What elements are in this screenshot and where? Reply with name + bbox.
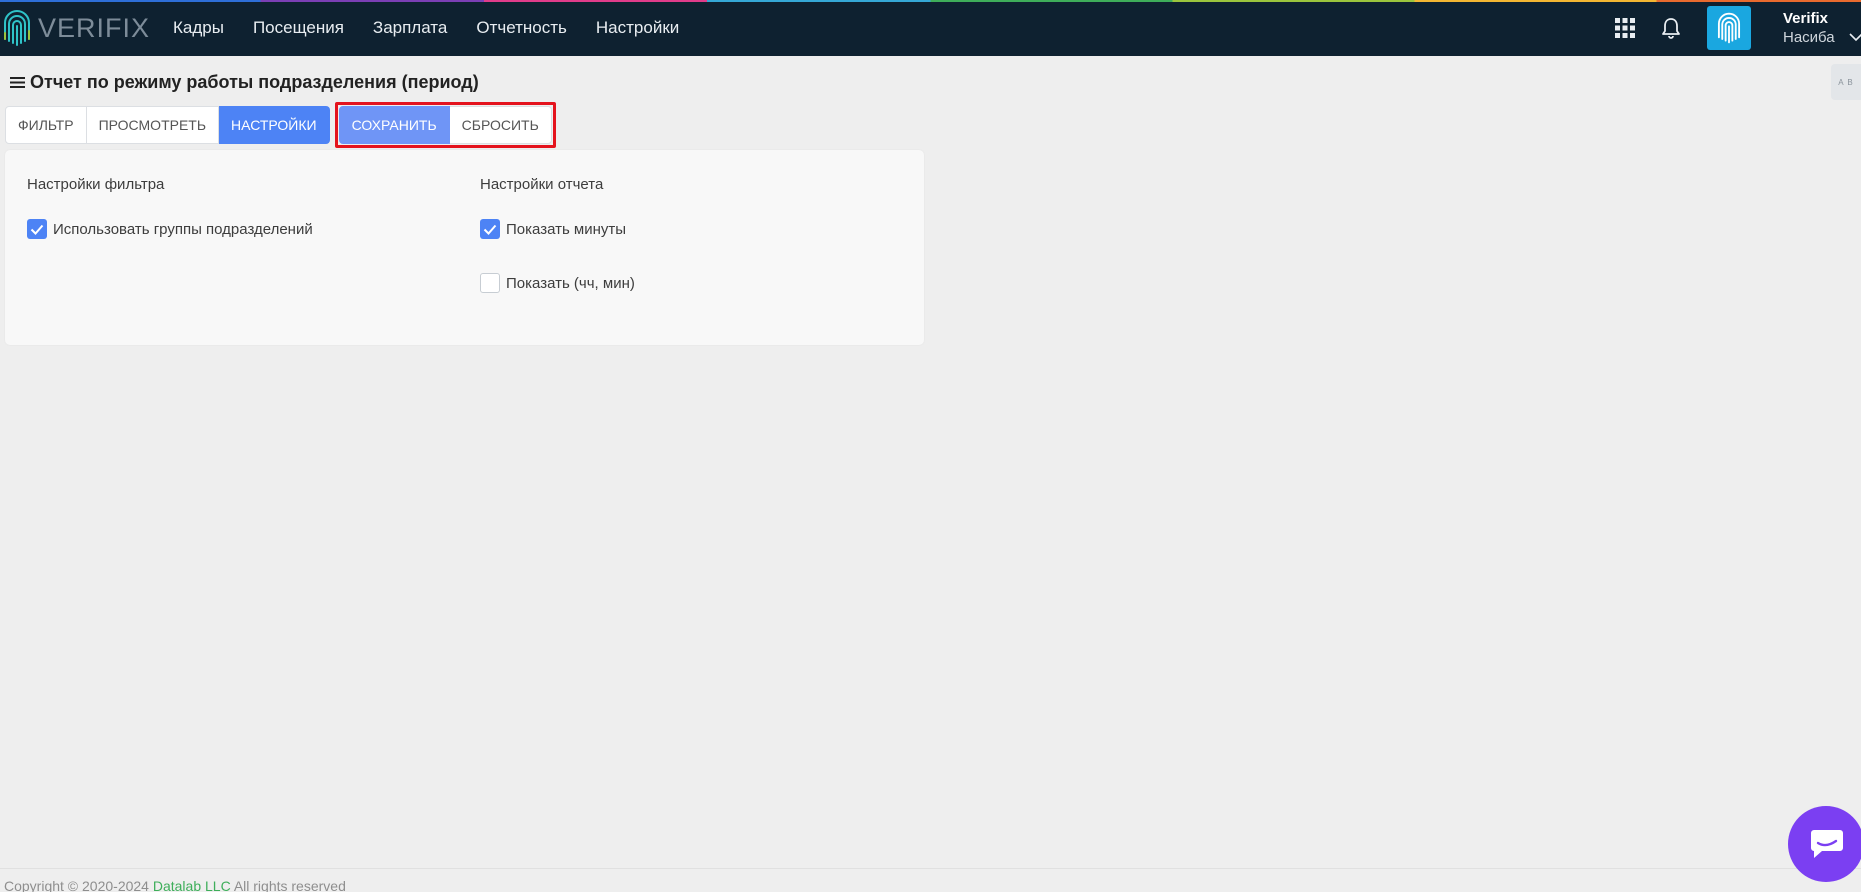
- grid-icon[interactable]: [1615, 18, 1635, 38]
- check-icon: [30, 224, 44, 235]
- save-button[interactable]: Сохранить: [338, 106, 450, 144]
- report-settings-section: Настройки отчета Показать минуты Показат…: [480, 176, 635, 326]
- show-hhmm-checkbox-row[interactable]: Показать (чч, мин): [480, 272, 635, 294]
- report-toolbar: Фильтр Просмотреть Настройки Сохранить С…: [5, 102, 556, 148]
- chat-icon: [1811, 830, 1843, 858]
- fingerprint-icon: [4, 10, 30, 46]
- top-navbar: VERIFIX Кадры Посещения Зарплата Отчетно…: [0, 0, 1861, 56]
- nav-item-settings[interactable]: Настройки: [596, 18, 679, 38]
- footer-rights: All rights reserved: [233, 878, 346, 892]
- show-hhmm-label: Показать (чч, мин): [506, 274, 635, 292]
- settings-card: Настройки фильтра Использовать группы по…: [5, 150, 924, 345]
- reset-button[interactable]: Сбросить: [449, 106, 552, 144]
- footer-copyright: Copyright © 2020-2024: [4, 878, 149, 892]
- footer-company-link[interactable]: Datalab LLC: [153, 878, 231, 892]
- filter-settings-section: Настройки фильтра Использовать группы по…: [27, 176, 313, 272]
- page-header: Отчет по режиму работы подразделения (пе…: [10, 70, 479, 94]
- use-groups-checkbox[interactable]: [27, 219, 47, 239]
- side-panel-toggle[interactable]: A B: [1831, 64, 1861, 100]
- side-tab-text: A B: [1838, 77, 1854, 87]
- filter-settings-title: Настройки фильтра: [27, 176, 165, 193]
- main-nav: Кадры Посещения Зарплата Отчетность Наст…: [173, 0, 679, 56]
- hamburger-menu-icon[interactable]: [10, 76, 25, 89]
- view-button[interactable]: Просмотреть: [86, 106, 220, 144]
- nav-item-staff[interactable]: Кадры: [173, 18, 224, 38]
- use-groups-checkbox-row[interactable]: Использовать группы подразделений: [27, 218, 313, 240]
- nav-item-attendance[interactable]: Посещения: [253, 18, 344, 38]
- logo-text: VERIFIX: [38, 12, 151, 43]
- footer-divider: [0, 868, 1861, 869]
- chat-button[interactable]: [1788, 806, 1861, 882]
- show-minutes-checkbox-row[interactable]: Показать минуты: [480, 218, 635, 240]
- show-hhmm-checkbox[interactable]: [480, 273, 500, 293]
- check-icon: [483, 224, 497, 235]
- settings-button[interactable]: Настройки: [219, 106, 330, 144]
- bell-icon[interactable]: [1661, 17, 1681, 39]
- filter-button[interactable]: Фильтр: [5, 106, 87, 144]
- logo[interactable]: VERIFIX: [2, 10, 150, 46]
- nav-item-salary[interactable]: Зарплата: [373, 18, 447, 38]
- show-minutes-checkbox[interactable]: [480, 219, 500, 239]
- report-settings-title: Настройки отчета: [480, 176, 604, 193]
- page-title: Отчет по режиму работы подразделения (пе…: [30, 71, 479, 92]
- chevron-down-icon: [1849, 28, 1861, 47]
- show-minutes-label: Показать минуты: [506, 220, 627, 238]
- nav-item-reports[interactable]: Отчетность: [476, 18, 567, 38]
- use-groups-label: Использовать группы подразделений: [53, 220, 313, 238]
- save-reset-group: Сохранить Сбросить: [334, 102, 556, 148]
- header-actions: Verifix Насиба: [1615, 0, 1861, 56]
- user-menu[interactable]: Verifix Насиба: [1783, 9, 1861, 47]
- fingerprint-icon: [1717, 12, 1741, 44]
- footer: Copyright © 2020-2024 Datalab LLC All ri…: [4, 878, 346, 892]
- avatar[interactable]: [1707, 6, 1751, 50]
- view-mode-group: Фильтр Просмотреть Настройки: [5, 106, 330, 144]
- user-name: Verifix: [1783, 10, 1829, 27]
